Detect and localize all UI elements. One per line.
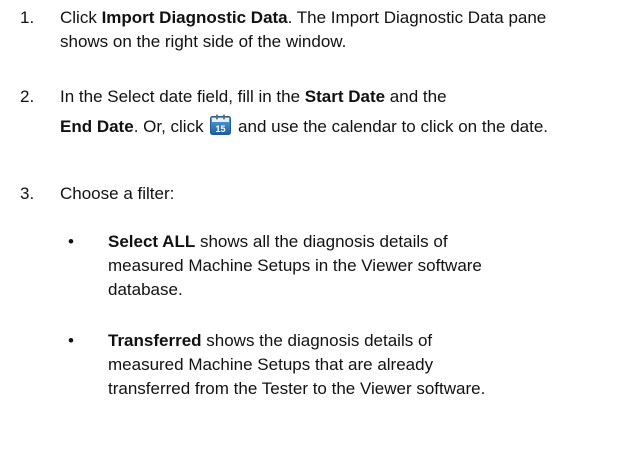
ui-term-end-date: End Date <box>60 117 134 136</box>
step-text-mid: and the <box>385 87 447 106</box>
ui-term-select-all: Select ALL <box>108 232 196 251</box>
svg-text:15: 15 <box>216 124 226 134</box>
step-text: In the Select date field, fill in the St… <box>60 82 580 142</box>
calendar-icon: 15 <box>210 114 232 135</box>
step-number: 3. <box>20 184 35 203</box>
step-text-pre: In the Select date field, fill in the <box>60 87 305 106</box>
step-text-post1: . Or, click <box>133 117 209 136</box>
step-number: 1. <box>20 8 35 27</box>
step-text-pre: Click <box>60 8 102 27</box>
bullet-text: Select ALL shows all the diagnosis detai… <box>108 230 508 302</box>
bullet-glyph: • <box>68 331 74 350</box>
bullet-text: Transferred shows the diagnosis details … <box>108 329 508 401</box>
step-text: Click Import Diagnostic Data. The Import… <box>60 6 580 54</box>
ui-term-start-date: Start Date <box>304 87 386 106</box>
instructions-page: 1. Click Import Diagnostic Data. The Imp… <box>0 0 621 474</box>
step-text-post2: and use the calendar to click on the dat… <box>233 117 549 136</box>
step-text: Choose a filter: <box>60 184 175 203</box>
step-number: 2. <box>20 87 35 106</box>
ui-term-import-diagnostic-data: Import Diagnostic Data <box>101 8 288 27</box>
bullet-glyph: • <box>68 232 74 251</box>
ui-term-transferred: Transferred <box>108 331 202 350</box>
